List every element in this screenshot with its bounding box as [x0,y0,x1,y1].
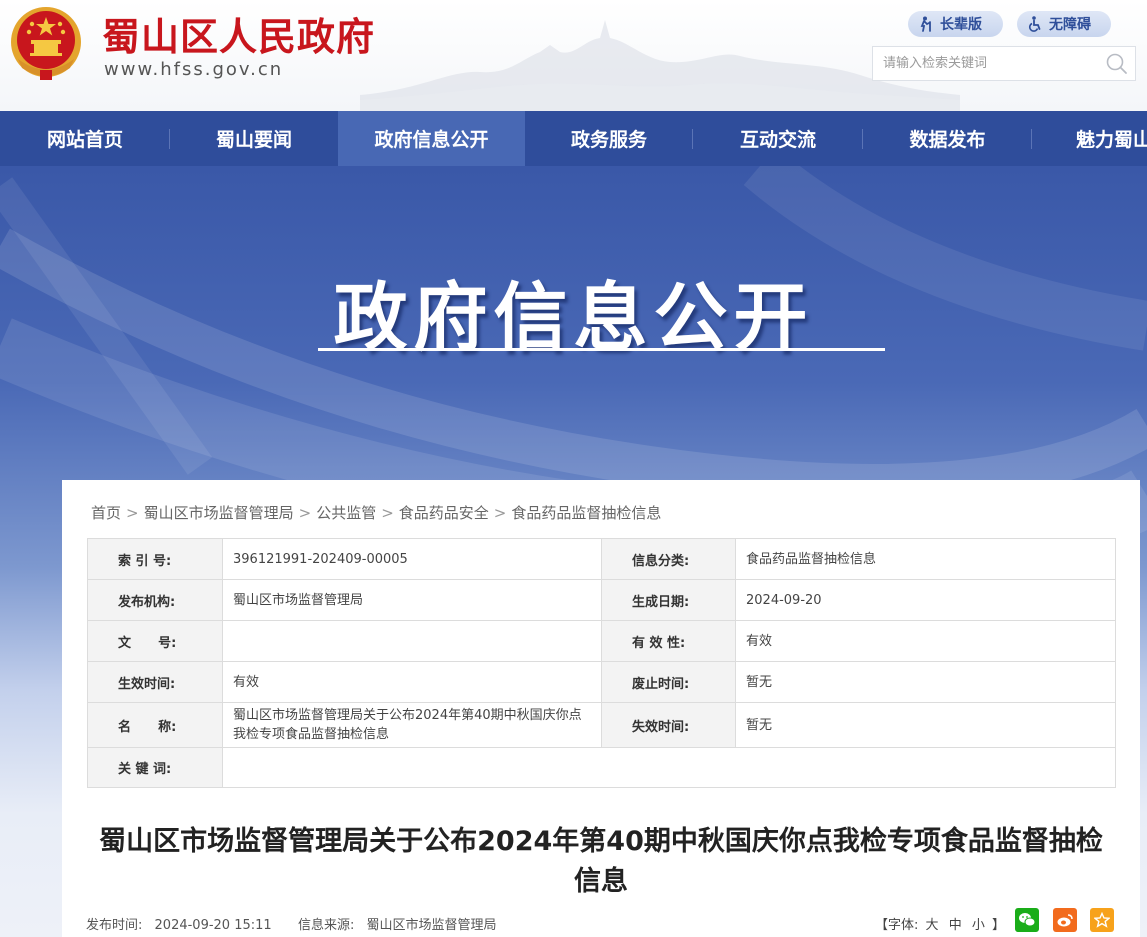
abolished-value: 暂无 [735,661,1116,703]
nav-item-label: 网站首页 [46,129,123,151]
nav-item-label: 数据发布 [909,129,986,151]
keywords-value [222,747,1116,788]
publish-time-value: 2024-09-20 15:11 [154,918,272,933]
share-weibo-button[interactable] [1053,908,1077,932]
breadcrumb: 首页 > 蜀山区市场监督管理局 > 公共监管 > 食品药品安全 > 食品药品监督抽检信息 [91,504,662,522]
weibo-icon [1057,914,1073,927]
abolished-label: 废止时间: [601,661,736,703]
site-header: 蜀山区人民政府 www.hfss.gov.cn 长辈版 无障碍 [0,0,1147,111]
elderly-icon [920,16,931,32]
accessibility-button[interactable]: 无障碍 [1017,11,1111,37]
font-size-open: 【字体: [875,918,919,933]
info-table: 索 引 号: 396121991-202409-00005 信息分类: 食品药品… [87,538,1116,788]
index-no-value: 396121991-202409-00005 [222,538,602,580]
mountain-silhouette [360,20,960,111]
favorite-button[interactable] [1090,908,1114,932]
category-value: 食品药品监督抽检信息 [735,538,1116,580]
content-panel: 首页 > 蜀山区市场监督管理局 > 公共监管 > 食品药品安全 > 食品药品监督抽检信息 索 引… [62,480,1140,937]
wheelchair-icon [1028,16,1041,32]
site-url: www.hfss.gov.cn [104,59,284,80]
breadcrumb-home[interactable]: 首页 [91,504,121,522]
table-row: 关 键 词: [87,747,1116,788]
banner-underline [318,348,885,351]
table-row: 发布机构: 蜀山区市场监督管理局 生成日期: 2024-09-20 [87,579,1116,621]
nav-item-home[interactable]: 网站首页 [0,111,170,166]
keywords-label: 关 键 词: [87,747,223,788]
expire-value: 暂无 [735,702,1116,748]
font-size-small-button[interactable]: 小 [972,918,985,933]
source-value: 蜀山区市场监督管理局 [366,918,497,933]
effective-value: 有效 [222,661,602,703]
main-nav: 网站首页 蜀山要闻 政府信息公开 政务服务 互动交流 数据发布 魅力蜀山 [0,111,1147,166]
font-size-large-button[interactable]: 大 [926,918,939,933]
publish-time-label: 发布时间: [86,918,143,933]
article-title: 蜀山区市场监督管理局关于公布2024年第40期中秋国庆你点我检专项食品监督抽检信… [99,826,1103,897]
nav-item-interaction[interactable]: 互动交流 [693,111,863,166]
nav-item-info-disclosure[interactable]: 政府信息公开 [338,111,525,166]
accessibility-label: 无障碍 [1049,17,1091,33]
created-label: 生成日期: [601,579,736,621]
table-row: 索 引 号: 396121991-202409-00005 信息分类: 食品药品… [87,538,1116,580]
nav-item-label: 蜀山要闻 [215,129,292,151]
wechat-icon [1019,913,1036,927]
table-row: 文 号: 有 效 性: 有效 [87,620,1116,662]
breadcrumb-item[interactable]: 食品药品安全 [399,504,489,522]
breadcrumb-item[interactable]: 蜀山区市场监督管理局 [144,504,294,522]
nav-item-label: 互动交流 [739,129,816,151]
breadcrumb-item[interactable]: 公共监管 [316,504,376,522]
nav-item-data[interactable]: 数据发布 [863,111,1032,166]
doc-no-value [222,620,602,662]
created-value: 2024-09-20 [735,579,1116,621]
source-label: 信息来源: [297,918,355,933]
share-wechat-button[interactable] [1015,908,1039,932]
nav-item-services[interactable]: 政务服务 [525,111,693,166]
nav-item-charm[interactable]: 魅力蜀山 [1032,111,1147,166]
validity-value: 有效 [735,620,1116,662]
font-size-medium-button[interactable]: 中 [949,918,962,933]
breadcrumb-item[interactable]: 食品药品监督抽检信息 [511,504,661,522]
article-meta: 发布时间: 2024-09-20 15:11 信息来源: 蜀山区市场监督管理局 [86,914,497,933]
font-size-switcher: 【字体: 大 中 小 】 [875,914,1005,933]
search-icon[interactable] [1105,52,1129,76]
name-label: 名 称: [87,702,223,748]
nav-item-label: 魅力蜀山 [1076,129,1147,151]
category-label: 信息分类: [601,538,736,580]
name-value: 蜀山区市场监督管理局关于公布2024年第40期中秋国庆你点我检专项食品监督抽检信… [222,702,602,748]
favorite-icon [1094,912,1110,928]
elderly-mode-label: 长辈版 [940,17,982,33]
nav-item-news[interactable]: 蜀山要闻 [170,111,338,166]
table-row: 名 称: 蜀山区市场监督管理局关于公布2024年第40期中秋国庆你点我检专项食品… [87,702,1116,748]
elderly-mode-button[interactable]: 长辈版 [908,11,1003,37]
table-row: 生效时间: 有效 废止时间: 暂无 [87,661,1116,703]
effective-label: 生效时间: [87,661,223,703]
site-title[interactable]: 蜀山区人民政府 [102,6,375,61]
publisher-label: 发布机构: [87,579,223,621]
national-emblem-icon [8,4,84,84]
index-no-label: 索 引 号: [87,538,223,580]
expire-label: 失效时间: [601,702,736,748]
search-input[interactable] [881,55,1095,72]
publisher-value: 蜀山区市场监督管理局 [222,579,602,621]
search-box [872,46,1136,81]
validity-label: 有 效 性: [601,620,736,662]
nav-item-label: 政务服务 [570,129,647,151]
nav-item-label: 政府信息公开 [374,129,489,151]
doc-no-label: 文 号: [87,620,223,662]
font-size-close: 】 [992,918,1006,933]
